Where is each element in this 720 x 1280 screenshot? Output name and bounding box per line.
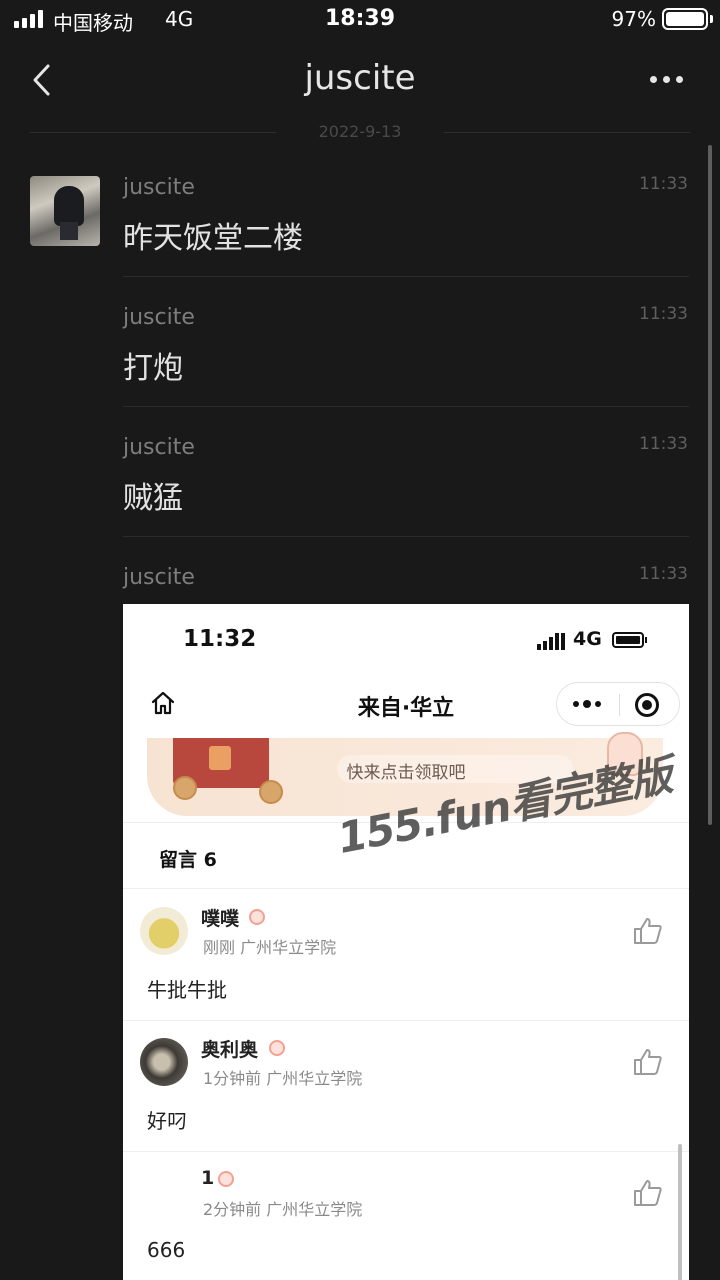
commenter-name: 1 [201, 1167, 215, 1189]
message-time: 11:33 [639, 434, 688, 454]
message-time: 11:33 [639, 174, 688, 194]
status-bar: 中国移动 4G 18:39 97% [0, 0, 720, 40]
close-target-icon [635, 693, 659, 717]
screenshot-scrollbar [678, 1144, 682, 1280]
commenter-name: 噗噗 [201, 908, 240, 930]
battery-percentage: 97% [611, 7, 656, 31]
comment-school: 广州华立学院 [266, 1069, 363, 1088]
message-text[interactable]: 昨天饭堂二楼 [123, 213, 303, 257]
battery-icon [612, 632, 644, 648]
comment-time: 1分钟前 [203, 1069, 262, 1088]
message-text[interactable]: 贼猛 [123, 473, 183, 517]
comment-divider [123, 1020, 689, 1021]
comment-time: 2分钟前 [203, 1200, 262, 1219]
message-divider [123, 406, 689, 407]
message-image[interactable]: 11:32 4G 来自·华立 快来点击领取吧 留言 6 噗噗 刚刚 广州华立学院… [123, 604, 689, 1280]
message-time: 11:33 [639, 304, 688, 324]
comment-divider [123, 1151, 689, 1152]
screenshot-status-time: 11:32 [183, 626, 257, 652]
screenshot-network-type: 4G [573, 628, 602, 650]
battery-icon [662, 8, 708, 30]
more-dots-icon[interactable] [650, 74, 684, 86]
comment-time: 刚刚 [203, 938, 236, 957]
message-text[interactable]: 打炮 [123, 343, 183, 387]
miniprogram-capsule [556, 682, 680, 726]
avatar[interactable] [30, 176, 100, 246]
message-sender: juscite [123, 435, 195, 460]
signal-strength-icon [537, 632, 565, 650]
comment-school: 广州华立学院 [240, 938, 337, 957]
like-icon[interactable] [633, 917, 663, 945]
comment-school: 广州华立学院 [266, 1200, 363, 1219]
comments-header: 留言 6 [159, 849, 217, 871]
comment-text: 666 [147, 1238, 186, 1262]
scrollbar[interactable] [708, 145, 712, 825]
comment-text: 好叼 [147, 1109, 187, 1133]
comment-meta: 1分钟前 广州华立学院 [203, 1065, 362, 1089]
avatar [140, 907, 188, 955]
commenter-name: 奥利奥 [201, 1039, 259, 1061]
battery-cap [645, 637, 647, 643]
comment-meta: 刚刚 广州华立学院 [203, 934, 336, 958]
message-sender: juscite [123, 305, 195, 330]
message-sender: juscite [123, 565, 195, 590]
more-dots-icon [573, 700, 603, 710]
coin-icon [259, 780, 283, 804]
like-icon[interactable] [633, 1179, 663, 1207]
badge-icon [249, 909, 265, 925]
message-divider [123, 276, 689, 277]
battery-cap [710, 15, 713, 23]
date-divider: 2022-9-13 [318, 124, 402, 138]
section-divider [123, 888, 689, 889]
like-icon[interactable] [633, 1048, 663, 1076]
badge-icon [218, 1171, 234, 1187]
message-time: 11:33 [639, 564, 688, 584]
comment-meta: 2分钟前 广州华立学院 [203, 1196, 362, 1220]
comment-text: 牛批牛批 [147, 978, 227, 1002]
message-sender: juscite [123, 175, 195, 200]
avatar [140, 1038, 188, 1086]
page-title: juscite [304, 58, 416, 98]
message-divider [123, 536, 689, 537]
badge-icon [269, 1040, 285, 1056]
